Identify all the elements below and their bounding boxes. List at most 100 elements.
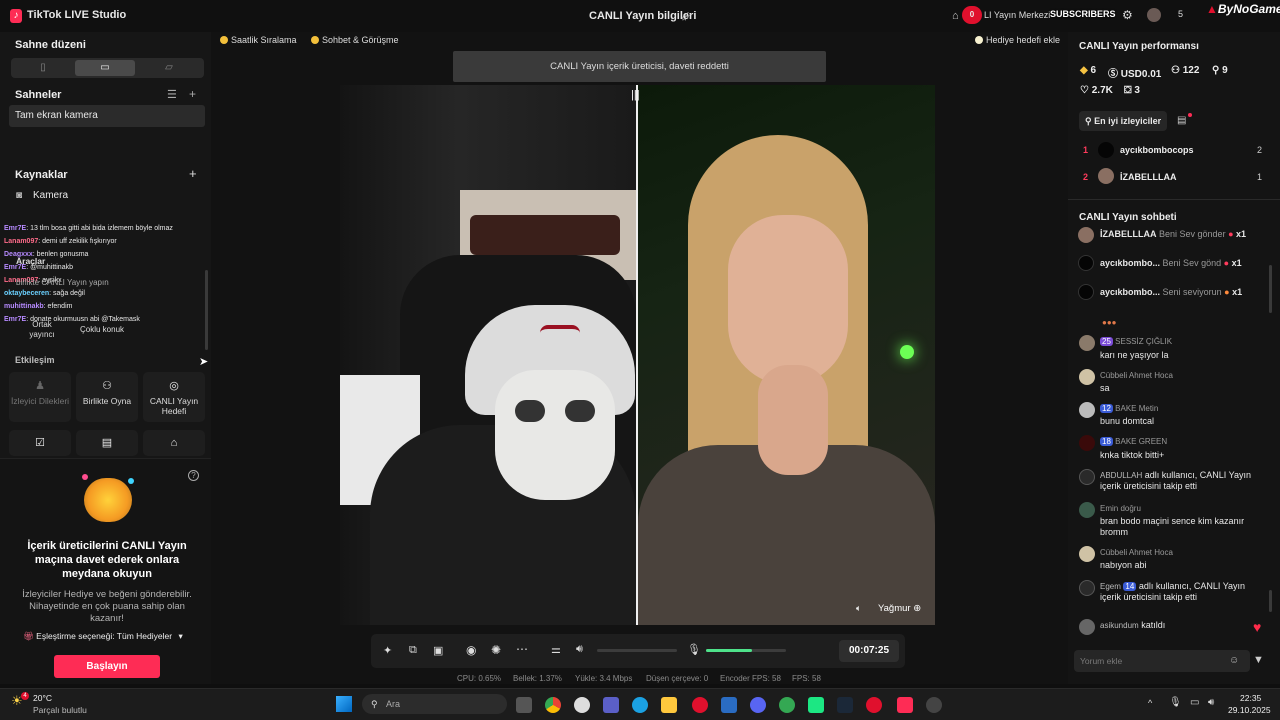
gift-row: İZABELLLAA Beni Sev gönder ● x1 xyxy=(1100,229,1247,239)
chat-meeting-chip[interactable]: Sohbet & Görüşme xyxy=(308,34,399,47)
clock-date[interactable]: 29.10.2025 xyxy=(1228,705,1271,715)
host-video xyxy=(340,85,636,625)
promo-description: İzleyiciler Hediye ve beğeni gönderebili… xyxy=(22,589,192,624)
share-icon[interactable]: ⮳ xyxy=(682,9,692,24)
start-match-button[interactable]: Başlayın xyxy=(54,655,160,678)
mouse-cursor-icon: ➤ xyxy=(199,356,209,368)
scene-list-icon[interactable]: ☰ xyxy=(167,88,177,101)
match-option-select[interactable]: 🎁︎ Eşleştirme seçeneği: Tüm Hediyeler ▾ xyxy=(23,631,183,642)
mixer-icon[interactable]: ⚌ xyxy=(551,643,561,656)
speaker-icon[interactable]: 🔊︎ xyxy=(576,643,583,656)
live-video-preview: 🔈︎ Yağmur ⊕ ||| xyxy=(340,85,935,625)
microphone-tray-icon[interactable]: 🎙︎ xyxy=(1169,697,1182,708)
opera-icon[interactable] xyxy=(692,697,708,713)
tile-poll[interactable]: ☑ xyxy=(9,430,71,456)
app-icon[interactable] xyxy=(721,697,737,713)
top-viewer-name[interactable]: İZABELLLAA xyxy=(1120,172,1177,182)
layout-icon[interactable]: ▣ xyxy=(433,644,443,657)
live-center-link[interactable]: LI Yayın Merkezi xyxy=(984,10,1050,20)
app-icon[interactable] xyxy=(866,697,882,713)
comment-input[interactable]: Yorum ekle xyxy=(1074,650,1250,672)
tool-multiguest[interactable]: Çoklu konuk xyxy=(80,325,124,334)
chat-scrollbar[interactable] xyxy=(1269,265,1272,313)
add-source-icon[interactable]: + xyxy=(189,166,197,181)
landscape-layout-icon[interactable]: ▭ xyxy=(75,60,135,76)
metric-gifts: ⛋ 3 xyxy=(1124,85,1140,96)
live-info-title[interactable]: CANLI Yayın bilgileri xyxy=(589,10,696,22)
record-icon[interactable]: ◉ xyxy=(466,643,476,657)
magic-wand-icon[interactable]: ✦ xyxy=(383,644,392,657)
avatar xyxy=(1079,502,1095,518)
tab-list-icon[interactable]: ▤ xyxy=(1177,115,1186,126)
clock-time[interactable]: 22:35 xyxy=(1240,693,1261,703)
beanie-logo xyxy=(540,325,580,355)
teams-icon[interactable] xyxy=(603,697,619,713)
top-viewer-count: 1 xyxy=(1257,172,1263,182)
guest-name[interactable]: Yağmur ⊕ xyxy=(878,603,921,614)
home-icon[interactable]: ⌂ xyxy=(952,10,959,22)
hourly-ranking-chip[interactable]: Saatlik Sıralama xyxy=(217,34,297,47)
minimize-count[interactable]: 5 xyxy=(1178,9,1183,19)
source-camera[interactable]: Kamera xyxy=(33,190,68,201)
task-view-icon[interactable] xyxy=(516,697,532,713)
steam-icon[interactable] xyxy=(837,697,853,713)
edge-icon[interactable] xyxy=(632,697,648,713)
tile-play-together[interactable]: ⚇ Birlikte Oyna xyxy=(76,372,138,422)
gift-goal-chip[interactable]: Hediye hedefi ekle xyxy=(972,34,1060,47)
tile-box[interactable]: ▤ xyxy=(76,430,138,456)
tile-live-goal[interactable]: ◎ CANLI Yayın Hedefi xyxy=(143,372,205,422)
search-icon: ⚲ xyxy=(371,699,378,709)
chevron-up-icon[interactable]: ^ xyxy=(1148,698,1152,708)
weather-desc[interactable]: Parçalı bulutlu xyxy=(33,705,87,715)
chrome-icon[interactable] xyxy=(545,697,561,713)
capture-icon[interactable]: ⧉ xyxy=(409,644,417,657)
chat-scrollbar[interactable] xyxy=(1269,590,1272,612)
tiktok-studio-icon[interactable] xyxy=(897,697,913,713)
join-event: asikundum katıldı xyxy=(1100,620,1166,630)
weather-temp[interactable]: 20°C xyxy=(33,693,52,703)
browser-icon[interactable] xyxy=(779,697,795,713)
discord-icon[interactable] xyxy=(750,697,766,713)
top-viewer-rank: 2 xyxy=(1083,172,1089,182)
like-heart-icon[interactable]: ♥ xyxy=(1253,619,1261,635)
add-scene-icon[interactable]: + xyxy=(189,87,196,101)
top-viewer-name[interactable]: aycıkbombocops xyxy=(1120,145,1194,155)
left-scrollbar[interactable] xyxy=(205,270,208,350)
settings-gear-icon[interactable]: ⚙ xyxy=(1122,8,1133,22)
follow-icon: ⚲ xyxy=(1212,65,1220,76)
filter-icon[interactable]: ▼ xyxy=(1253,654,1264,666)
comment-author: Emin doğru xyxy=(1100,504,1141,513)
file-explorer-icon[interactable] xyxy=(661,697,677,713)
microphone-icon[interactable]: 🎙︎ xyxy=(687,643,701,656)
speaker-volume-slider[interactable] xyxy=(597,649,677,652)
portrait-layout-icon[interactable]: ▯ xyxy=(13,60,73,76)
checkbox-icon: ☑ xyxy=(35,437,45,449)
avatar[interactable] xyxy=(1147,8,1161,22)
heart-icon: ♡ xyxy=(1080,85,1089,96)
emoji-icon[interactable]: ☺ xyxy=(1229,655,1239,666)
tile-viewer-wishes[interactable]: ♟ İzleyici Dilekleri xyxy=(9,372,71,422)
start-icon[interactable] xyxy=(336,696,352,712)
mic-volume-slider[interactable] xyxy=(706,649,786,652)
follow-event: ABDULLAH adlı kullanıcı, CANLI Yayın içe… xyxy=(1100,470,1251,491)
chat-icon xyxy=(311,36,319,44)
mask-eye xyxy=(565,400,595,422)
more-icon[interactable]: ⋯ xyxy=(516,642,528,656)
tilted-layout-icon[interactable]: ▱ xyxy=(139,60,199,76)
tab-top-viewers[interactable]: ⚲ En iyi izleyiciler xyxy=(1079,111,1167,131)
gift-icon: 🎁︎ xyxy=(23,631,34,641)
network-icon[interactable]: ▭ xyxy=(1190,697,1199,708)
comment-author: 25 SESSİZ ÇIĞLIK xyxy=(1100,337,1173,346)
app-icon[interactable] xyxy=(926,697,942,713)
help-icon[interactable]: ? xyxy=(188,470,199,481)
volume-icon[interactable]: 🔊︎ xyxy=(1208,697,1214,708)
app-icon[interactable] xyxy=(808,697,824,713)
scene-item-fullscreen-camera[interactable]: Tam ekran kamera xyxy=(9,105,205,127)
taskbar-search[interactable]: ⚲ Ara xyxy=(362,694,507,714)
tile-store[interactable]: ⌂ xyxy=(143,430,205,456)
effects-icon[interactable]: ✺ xyxy=(491,643,501,657)
overlay-chat-line: muhittinakb: efendim xyxy=(4,303,73,310)
guest-volume-icon[interactable]: 🔈︎ xyxy=(856,603,861,614)
app-icon[interactable] xyxy=(574,697,590,713)
scene-layout-heading: Sahne düzeni xyxy=(15,39,86,51)
